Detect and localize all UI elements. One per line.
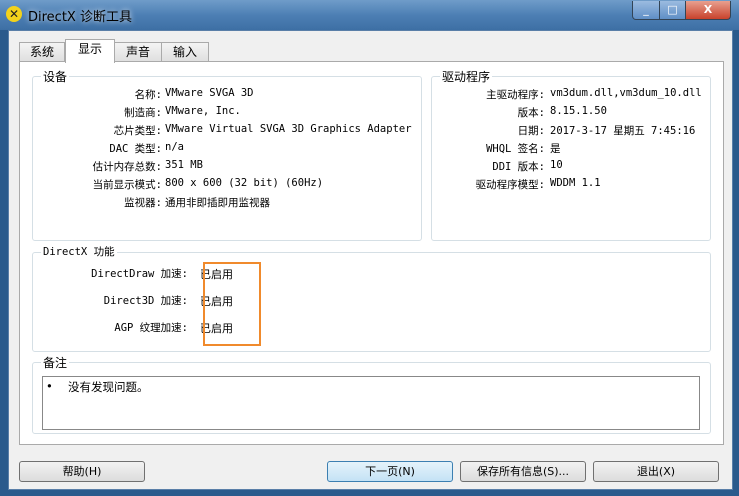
notes-group: 备注 • 没有发现问题。 (32, 354, 711, 434)
tab-system[interactable]: 系统 (19, 42, 65, 62)
driver-label: 主驱动程序: (486, 89, 545, 101)
save-all-info-button[interactable]: 保存所有信息(S)... (460, 461, 586, 482)
driver-value: WDDM 1.1 (550, 177, 601, 189)
exit-button[interactable]: 退出(X) (593, 461, 719, 482)
device-label: 估计内存总数: (92, 161, 162, 173)
device-value: VMware, Inc. (165, 105, 241, 117)
device-group-title: 设备 (41, 68, 70, 85)
notes-textbox[interactable]: • 没有发现问题。 (42, 376, 700, 430)
device-label: 当前显示模式: (92, 179, 162, 191)
directx-app-icon: ✕ (6, 6, 22, 22)
device-value: n/a (165, 141, 184, 153)
directx-group-title: DirectX 功能 (41, 244, 117, 259)
driver-label: WHQL 签名: (486, 143, 545, 155)
minimize-button[interactable]: _ (632, 1, 660, 20)
directx-features-group: DirectX 功能 DirectDraw 加速: 已启用 Direct3D 加速:… (32, 244, 711, 352)
driver-label: 驱动程序模型: (475, 179, 545, 191)
directx-label: AGP 纹理加速: (114, 322, 188, 334)
dialog-client: 系统 显示 声音 输入 设备 名称: VMware SVGA 3D 制造商: VMwa… (8, 30, 733, 490)
driver-value: 是 (550, 143, 561, 155)
device-value: 通用非即插即用监视器 (165, 197, 270, 209)
next-page-button[interactable]: 下一页(N) (327, 461, 453, 482)
notes-text: 没有发现问题。 (68, 380, 149, 394)
driver-value: vm3dum.dll,vm3dum_10.dll (550, 87, 702, 99)
driver-value: 2017-3-17 星期五 7:45:16 (550, 125, 696, 137)
notes-group-title: 备注 (41, 354, 70, 371)
driver-label: 版本: (517, 107, 545, 119)
driver-value: 8.15.1.50 (550, 105, 607, 117)
device-value: 800 x 600 (32 bit) (60Hz) (165, 177, 324, 189)
device-label: 制造商: (124, 107, 162, 119)
device-value: VMware SVGA 3D (165, 87, 254, 99)
maximize-button[interactable]: □ (659, 1, 686, 20)
driver-group-title: 驱动程序 (440, 68, 493, 85)
help-button[interactable]: 帮助(H) (19, 461, 145, 482)
bullet: • (46, 379, 53, 393)
close-button[interactable]: X (685, 1, 731, 20)
device-label: 芯片类型: (113, 125, 162, 137)
tab-display[interactable]: 显示 (65, 39, 115, 63)
directx-label: DirectDraw 加速: (91, 268, 188, 280)
tab-sound[interactable]: 声音 (114, 42, 162, 62)
device-label: 监视器: (124, 197, 162, 209)
driver-group: 驱动程序 主驱动程序: vm3dum.dll,vm3dum_10.dll 版本: 8.… (431, 68, 711, 241)
device-label: DAC 类型: (109, 143, 162, 155)
driver-value: 10 (550, 159, 563, 171)
device-label: 名称: (134, 89, 162, 101)
device-value: VMware Virtual SVGA 3D Graphics Adapter (165, 123, 412, 135)
directx-label: Direct3D 加速: (103, 295, 188, 307)
device-group: 设备 名称: VMware SVGA 3D 制造商: VMware, Inc. 芯片类型… (32, 68, 422, 241)
display-panel: 设备 名称: VMware SVGA 3D 制造商: VMware, Inc. 芯片类型… (19, 61, 724, 445)
highlight-box (203, 262, 261, 346)
driver-label: DDI 版本: (492, 161, 545, 173)
window-title: DirectX 诊断工具 (28, 10, 132, 25)
title-bar: ✕ DirectX 诊断工具 _ □ X (0, 0, 739, 30)
tab-input[interactable]: 输入 (161, 42, 209, 62)
device-value: 351 MB (165, 159, 203, 171)
driver-label: 日期: (517, 125, 545, 137)
